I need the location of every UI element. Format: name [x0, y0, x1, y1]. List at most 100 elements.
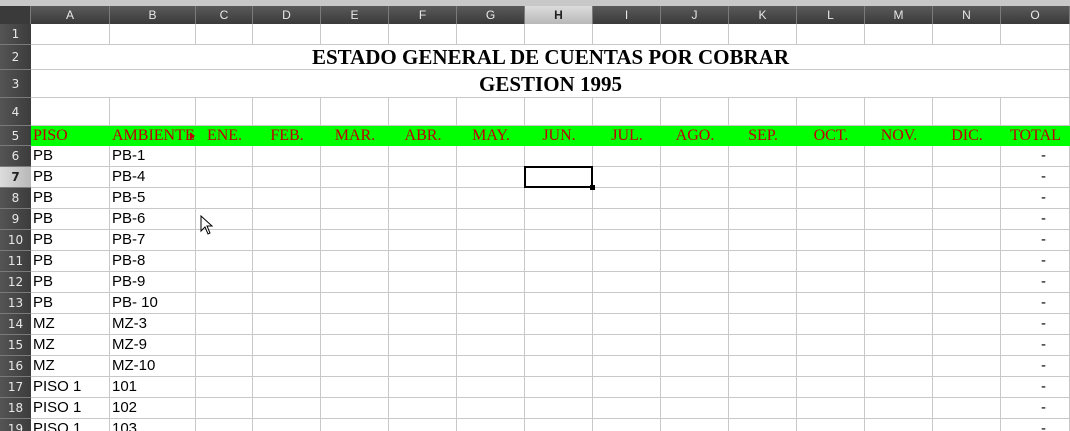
header-cell-nov[interactable]: NOV. — [865, 126, 933, 146]
select-all-corner[interactable] — [0, 6, 31, 24]
ambiente-cell[interactable]: MZ-3 — [110, 314, 196, 335]
total-cell[interactable]: - — [1001, 398, 1070, 419]
total-cell[interactable]: - — [1001, 335, 1070, 356]
column-header-f[interactable]: F — [389, 6, 457, 24]
ambiente-cell[interactable]: MZ-10 — [110, 356, 196, 377]
row-header-16[interactable]: 16 — [0, 356, 31, 377]
column-header-a[interactable]: A — [31, 6, 110, 24]
column-header-m[interactable]: M — [865, 6, 933, 24]
piso-cell[interactable]: PB — [31, 230, 110, 251]
row-header-14[interactable]: 14 — [0, 314, 31, 335]
column-header-i[interactable]: I — [593, 6, 661, 24]
row-header-3[interactable]: 3 — [0, 70, 31, 98]
header-cell-total[interactable]: TOTAL — [1001, 126, 1070, 146]
header-cell-jul[interactable]: JUL. — [593, 126, 661, 146]
column-header-o[interactable]: O — [1001, 6, 1070, 24]
header-cell-abr[interactable]: ABR. — [389, 126, 457, 146]
piso-cell[interactable]: PB — [31, 251, 110, 272]
column-header-j[interactable]: J — [661, 6, 729, 24]
row-header-8[interactable]: 8 — [0, 188, 31, 209]
column-header-b[interactable]: B — [110, 6, 196, 24]
header-cell-ene[interactable]: ENE. — [196, 126, 253, 146]
row-header-17[interactable]: 17 — [0, 377, 31, 398]
piso-cell[interactable]: PISO 1 — [31, 419, 110, 431]
column-header-d[interactable]: D — [253, 6, 321, 24]
piso-cell[interactable]: PISO 1 — [31, 377, 110, 398]
total-cell[interactable]: - — [1001, 146, 1070, 167]
row-header-7[interactable]: 7 — [0, 167, 31, 188]
fill-handle[interactable] — [590, 185, 595, 190]
piso-cell[interactable]: PISO 1 — [31, 398, 110, 419]
grid-line-vertical — [1000, 24, 1001, 45]
row-header-6[interactable]: 6 — [0, 146, 31, 167]
ambiente-cell[interactable]: PB-6 — [110, 209, 196, 230]
total-cell[interactable]: - — [1001, 167, 1070, 188]
active-cell-cursor[interactable] — [524, 166, 593, 188]
total-cell[interactable]: - — [1001, 188, 1070, 209]
piso-cell[interactable]: PB — [31, 146, 110, 167]
piso-cell[interactable]: PB — [31, 272, 110, 293]
total-cell[interactable]: - — [1001, 314, 1070, 335]
header-cell-may[interactable]: MAY. — [457, 126, 525, 146]
piso-cell[interactable]: MZ — [31, 356, 110, 377]
grid-line-vertical — [728, 98, 729, 431]
total-cell[interactable]: - — [1001, 356, 1070, 377]
total-cell[interactable]: - — [1001, 377, 1070, 398]
grid-line-vertical — [592, 24, 593, 45]
column-header-k[interactable]: K — [729, 6, 797, 24]
header-cell-piso[interactable]: PISO — [31, 126, 110, 146]
report-subtitle[interactable]: GESTION 1995 — [31, 70, 1070, 98]
header-cell-mar[interactable]: MAR. — [321, 126, 389, 146]
total-cell[interactable]: - — [1001, 251, 1070, 272]
row-header-11[interactable]: 11 — [0, 251, 31, 272]
header-cell-ambiente[interactable]: AMBIENTE — [110, 126, 196, 146]
column-header-g[interactable]: G — [457, 6, 525, 24]
header-cell-oct[interactable]: OCT. — [797, 126, 865, 146]
header-cell-ago[interactable]: AGO. — [661, 126, 729, 146]
ambiente-cell[interactable]: 103 — [110, 419, 196, 431]
row-header-13[interactable]: 13 — [0, 293, 31, 314]
row-header-15[interactable]: 15 — [0, 335, 31, 356]
row-header-19[interactable]: 19 — [0, 419, 31, 431]
header-cell-feb[interactable]: FEB. — [253, 126, 321, 146]
ambiente-cell[interactable]: MZ-9 — [110, 335, 196, 356]
ambiente-cell[interactable]: PB-7 — [110, 230, 196, 251]
total-cell[interactable]: - — [1001, 419, 1070, 431]
row-header-18[interactable]: 18 — [0, 398, 31, 419]
header-cell-jun[interactable]: JUN. — [525, 126, 593, 146]
row-header-10[interactable]: 10 — [0, 230, 31, 251]
piso-cell[interactable]: PB — [31, 167, 110, 188]
spreadsheet[interactable]: ABCDEFGHIJKLMNO 1 2 3 4 5 6 7 8 9 10 11 12 13 14 15 16 1… — [0, 0, 1070, 431]
ambiente-cell[interactable]: PB-4 — [110, 167, 196, 188]
column-header-c[interactable]: C — [196, 6, 253, 24]
row-header-2[interactable]: 2 — [0, 45, 31, 70]
column-header-e[interactable]: E — [321, 6, 389, 24]
column-header-n[interactable]: N — [933, 6, 1001, 24]
column-header-l[interactable]: L — [797, 6, 865, 24]
total-cell[interactable]: - — [1001, 272, 1070, 293]
ambiente-cell[interactable]: 101 — [110, 377, 196, 398]
total-cell[interactable]: - — [1001, 230, 1070, 251]
ambiente-cell[interactable]: 102 — [110, 398, 196, 419]
row-header-1[interactable]: 1 — [0, 24, 31, 45]
row-header-12[interactable]: 12 — [0, 272, 31, 293]
header-cell-sep[interactable]: SEP. — [729, 126, 797, 146]
ambiente-cell[interactable]: PB-5 — [110, 188, 196, 209]
total-cell[interactable]: - — [1001, 293, 1070, 314]
piso-cell[interactable]: MZ — [31, 314, 110, 335]
piso-cell[interactable]: PB — [31, 209, 110, 230]
row-header-9[interactable]: 9 — [0, 209, 31, 230]
total-cell[interactable]: - — [1001, 209, 1070, 230]
ambiente-cell[interactable]: PB-8 — [110, 251, 196, 272]
row-header-4[interactable]: 4 — [0, 98, 31, 126]
header-cell-dic[interactable]: DIC. — [933, 126, 1001, 146]
column-header-h[interactable]: H — [525, 6, 593, 24]
report-title[interactable]: ESTADO GENERAL DE CUENTAS POR COBRAR — [31, 45, 1070, 70]
piso-cell[interactable]: PB — [31, 293, 110, 314]
piso-cell[interactable]: MZ — [31, 335, 110, 356]
row-header-5[interactable]: 5 — [0, 126, 31, 146]
ambiente-cell[interactable]: PB-1 — [110, 146, 196, 167]
ambiente-cell[interactable]: PB- 10 — [110, 293, 196, 314]
piso-cell[interactable]: PB — [31, 188, 110, 209]
ambiente-cell[interactable]: PB-9 — [110, 272, 196, 293]
